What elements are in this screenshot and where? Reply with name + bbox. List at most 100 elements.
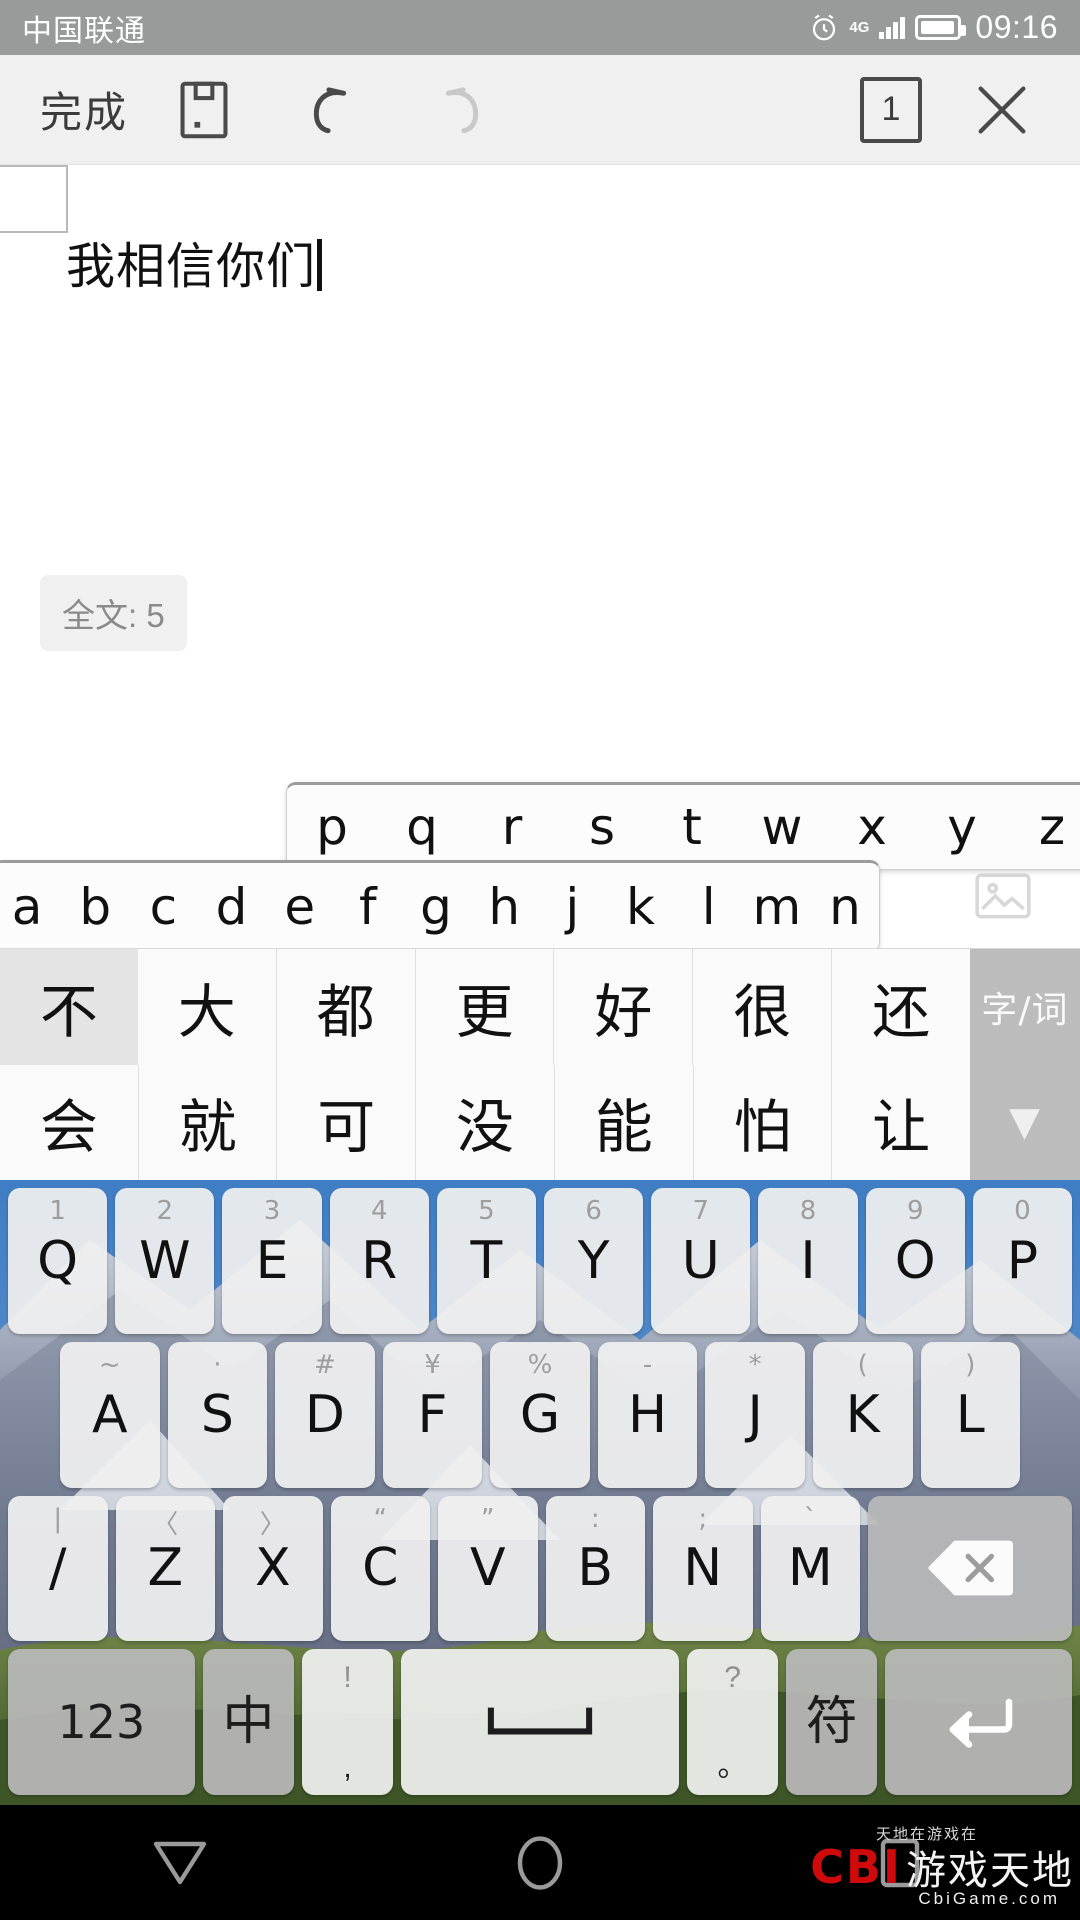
candidate-item[interactable]: 很: [693, 949, 833, 1065]
letter-popup-row-top[interactable]: p q r s t w x y z: [286, 782, 1080, 870]
key-x[interactable]: 〉 X: [223, 1495, 323, 1642]
done-button[interactable]: 完成: [40, 79, 128, 140]
undo-icon[interactable]: [284, 62, 380, 158]
popup-letter[interactable]: y: [917, 798, 1007, 856]
popup-letter[interactable]: d: [197, 878, 265, 936]
candidate-item[interactable]: 让: [832, 1065, 970, 1181]
key-label: K: [845, 1384, 880, 1445]
key-label: C: [362, 1538, 399, 1599]
key-p[interactable]: 0P: [972, 1188, 1073, 1334]
key-period[interactable]: ? 。: [686, 1649, 779, 1795]
key-symbols[interactable]: 符: [786, 1649, 878, 1795]
key-a[interactable]: ~ A: [60, 1341, 160, 1488]
save-icon[interactable]: [156, 62, 252, 158]
key-t[interactable]: 5T: [436, 1188, 537, 1334]
home-icon[interactable]: [360, 1835, 720, 1891]
key-m[interactable]: ` M: [760, 1495, 860, 1642]
chevron-down-icon[interactable]: ▼: [970, 1064, 1080, 1180]
key-label: H: [628, 1384, 668, 1445]
key-v[interactable]: ” V: [438, 1495, 538, 1642]
key-w[interactable]: 2W: [115, 1188, 215, 1334]
selection-handle[interactable]: [0, 165, 68, 233]
key-label: B: [577, 1538, 614, 1599]
popup-letter[interactable]: a: [0, 878, 61, 936]
popup-letter[interactable]: x: [827, 798, 917, 856]
candidate-item[interactable]: 没: [416, 1064, 555, 1180]
candidate-item[interactable]: 好: [554, 949, 694, 1065]
key-u[interactable]: 7U: [651, 1188, 751, 1334]
back-icon[interactable]: [0, 1838, 360, 1888]
letter-popup-row-bottom[interactable]: a b c d e f g h j k l m n: [0, 860, 880, 952]
popup-letter[interactable]: b: [61, 878, 129, 936]
popup-letter[interactable]: e: [266, 878, 334, 936]
key-k[interactable]: (K: [812, 1341, 913, 1488]
candidate-side-controls: 字/词 ▼: [970, 949, 1080, 1180]
document-text-line[interactable]: 我相信你们: [66, 227, 323, 298]
image-icon[interactable]: [926, 867, 1080, 925]
key-g[interactable]: % G: [490, 1341, 590, 1488]
key-hint: ;: [698, 1503, 708, 1534]
key-b[interactable]: :B: [545, 1495, 645, 1642]
key-c[interactable]: “C: [330, 1495, 430, 1642]
key-label: J: [747, 1384, 763, 1445]
key-f[interactable]: ¥ F: [382, 1341, 483, 1488]
key-r[interactable]: 4R: [329, 1188, 429, 1334]
key-l[interactable]: ) L: [920, 1341, 1021, 1488]
key-label: O: [894, 1230, 936, 1291]
close-icon[interactable]: [970, 78, 1034, 142]
candidate-item[interactable]: 大: [138, 949, 277, 1065]
key-z[interactable]: 〈 Z: [115, 1495, 215, 1642]
candidate-item[interactable]: 会: [0, 1064, 139, 1180]
popup-letter[interactable]: h: [470, 878, 538, 936]
cbi-watermark: CBI 游戏天地 天地在游戏在 CbiGame.com: [762, 1821, 1074, 1913]
candidate-item[interactable]: 还: [832, 949, 970, 1065]
popup-letter[interactable]: n: [811, 878, 879, 936]
key-o[interactable]: 9O: [865, 1188, 965, 1334]
enter-icon[interactable]: [885, 1649, 1073, 1795]
key-comma[interactable]: ! ,: [301, 1649, 394, 1795]
popup-letter[interactable]: m: [743, 878, 811, 936]
key-numeric-mode[interactable]: 123: [8, 1649, 195, 1795]
page-count-badge[interactable]: 1: [860, 76, 922, 143]
document-text: 我相信你们: [66, 238, 317, 295]
popup-letter[interactable]: l: [675, 878, 743, 936]
key-h[interactable]: -H: [597, 1341, 698, 1488]
key-space[interactable]: [401, 1649, 679, 1795]
key-j[interactable]: * J: [705, 1341, 805, 1488]
popup-letter[interactable]: q: [377, 798, 467, 856]
char-word-mode-button[interactable]: 字/词: [970, 949, 1080, 1065]
key-e[interactable]: 3E: [222, 1188, 322, 1334]
candidate-item[interactable]: 更: [416, 949, 555, 1065]
key-hint: 2: [156, 1196, 174, 1226]
popup-letter[interactable]: r: [467, 798, 557, 856]
key-s[interactable]: · S: [167, 1341, 268, 1488]
key-q[interactable]: 1Q: [8, 1188, 108, 1334]
popup-letter[interactable]: t: [647, 798, 737, 856]
candidate-item[interactable]: 怕: [694, 1064, 833, 1180]
key-hint: 7: [692, 1196, 710, 1226]
key-d[interactable]: # D: [275, 1341, 375, 1488]
key-y[interactable]: 6Y: [544, 1188, 644, 1334]
popup-letter[interactable]: f: [334, 878, 402, 936]
candidate-item[interactable]: 就: [139, 1064, 278, 1180]
popup-letter[interactable]: z: [1007, 798, 1080, 856]
watermark-brand: CBI: [810, 1840, 902, 1894]
candidate-item[interactable]: 不: [0, 949, 138, 1065]
popup-letter[interactable]: k: [606, 878, 674, 936]
popup-letter[interactable]: c: [129, 878, 197, 936]
popup-letter[interactable]: j: [538, 878, 606, 936]
key-language-toggle[interactable]: 中: [202, 1649, 294, 1795]
popup-letter[interactable]: g: [402, 878, 470, 936]
candidate-item[interactable]: 可: [277, 1064, 417, 1180]
key-i[interactable]: 8I: [758, 1188, 858, 1334]
network-4g-icon: 4G: [849, 19, 870, 36]
key-n[interactable]: ; N: [653, 1495, 753, 1642]
candidate-item[interactable]: 都: [277, 949, 416, 1065]
popup-letter[interactable]: w: [737, 798, 827, 856]
popup-letter[interactable]: p: [287, 798, 377, 856]
key-slash[interactable]: | /: [8, 1495, 108, 1642]
backspace-icon[interactable]: [868, 1495, 1072, 1642]
candidate-item[interactable]: 能: [555, 1064, 694, 1180]
key-label: L: [955, 1384, 985, 1445]
popup-letter[interactable]: s: [557, 798, 647, 856]
